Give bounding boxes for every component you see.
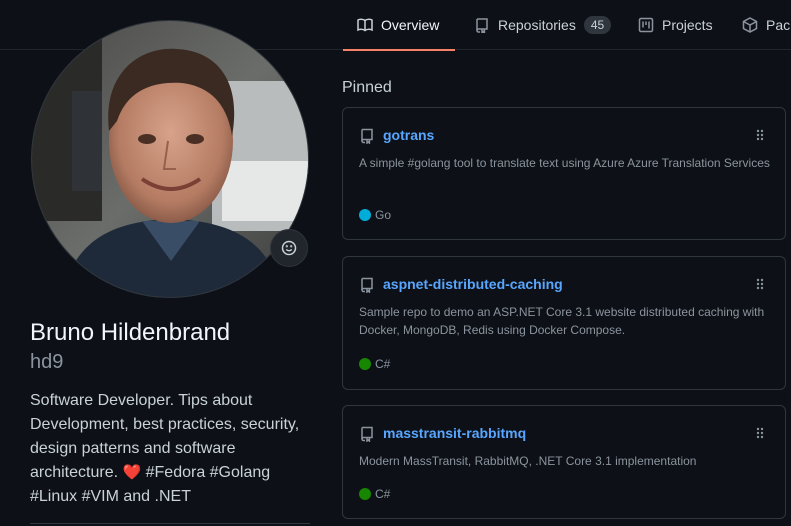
- repo-icon: [360, 426, 374, 443]
- avatar-photo: [32, 21, 308, 297]
- repo-description: Modern MassTransit, RabbitMQ, .NET Core …: [359, 454, 697, 468]
- tab-repositories[interactable]: Repositories 45: [474, 0, 612, 50]
- repo-icon: [360, 277, 374, 294]
- repo-icon: [360, 128, 374, 145]
- repo-language: C#: [359, 357, 390, 371]
- repo-name-link[interactable]: masstransit-rabbitmq: [383, 425, 526, 441]
- drag-handle-icon[interactable]: [755, 426, 765, 440]
- tab-overview-label: Overview: [381, 17, 440, 33]
- set-status-button[interactable]: [270, 229, 308, 267]
- tab-packages[interactable]: Packages: [742, 0, 791, 50]
- package-icon: [742, 17, 758, 33]
- repositories-count-badge: 45: [583, 16, 612, 34]
- repo-name-link[interactable]: aspnet-distributed-caching: [383, 276, 563, 292]
- tab-repositories-label: Repositories: [498, 17, 576, 33]
- profile-login: hd9: [30, 351, 64, 373]
- project-icon: [638, 17, 654, 33]
- tab-overview[interactable]: Overview: [342, 0, 456, 51]
- language-color-dot: [359, 488, 371, 500]
- pinned-heading: Pinned: [342, 79, 392, 96]
- language-name: C#: [375, 357, 391, 371]
- tab-projects[interactable]: Projects: [638, 0, 713, 50]
- repo-language: C#: [359, 487, 390, 501]
- language-color-dot: [359, 209, 371, 221]
- profile-fullname: Bruno Hildenbrand: [30, 319, 231, 346]
- repo-description: A simple #golang tool to translate text …: [359, 156, 770, 170]
- heart-emoji: ❤️: [122, 464, 142, 481]
- profile-bio: Software Developer. Tips about Developme…: [30, 389, 315, 509]
- sidebar-divider: [30, 523, 310, 524]
- tab-packages-label: Packages: [766, 17, 791, 33]
- repo-icon: [476, 18, 488, 33]
- profile-avatar[interactable]: [31, 20, 309, 298]
- language-color-dot: [359, 358, 371, 370]
- language-name: Go: [375, 208, 392, 222]
- repo-description: Sample repo to demo an ASP.NET Core 3.1 …: [359, 305, 765, 337]
- repo-name-link[interactable]: gotrans: [383, 127, 434, 143]
- repo-language: Go: [359, 208, 391, 222]
- smiley-icon: [281, 240, 297, 256]
- tab-projects-label: Projects: [662, 17, 713, 33]
- language-name: C#: [375, 487, 391, 501]
- drag-handle-icon[interactable]: [755, 128, 765, 142]
- book-icon: [357, 18, 373, 32]
- pinned-repo-card: masstransit-rabbitmq Modern MassTransit,…: [342, 405, 786, 519]
- drag-handle-icon[interactable]: [755, 277, 765, 291]
- pinned-repo-card: aspnet-distributed-caching Sample repo t…: [342, 256, 786, 390]
- pinned-repo-card: gotrans A simple #golang tool to transla…: [342, 107, 786, 240]
